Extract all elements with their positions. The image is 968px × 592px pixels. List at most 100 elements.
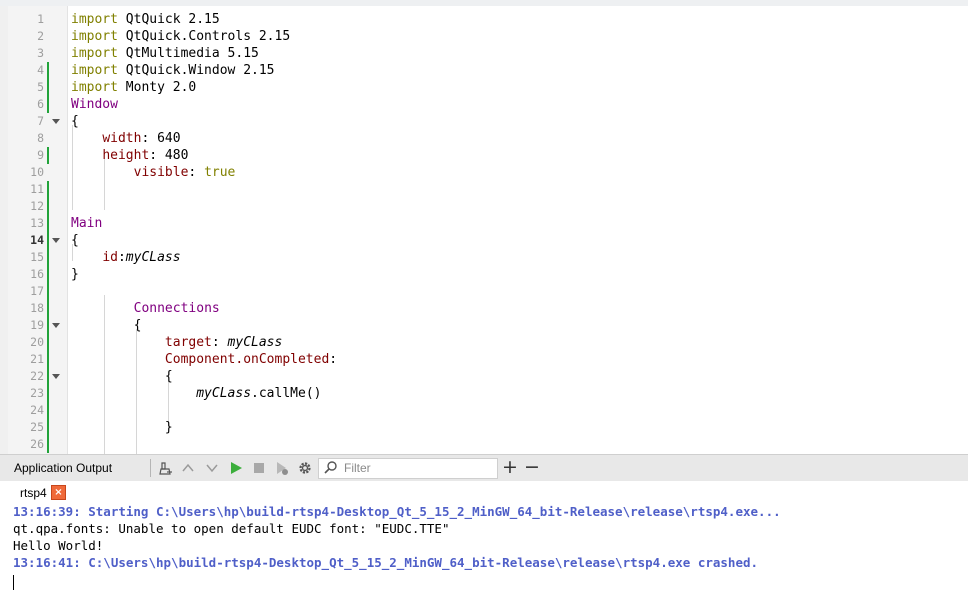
code-editor[interactable]: 1 import QtQuick 2.15 2 import QtQuick.C… — [8, 6, 968, 454]
modified-line-marker — [47, 215, 49, 232]
line-number: 11 — [30, 182, 44, 196]
fold-arrow-icon[interactable] — [52, 119, 60, 124]
output-tab-bar: rtsp4 × — [0, 481, 968, 504]
fold-arrow-icon[interactable] — [52, 374, 60, 379]
code-text: import QtQuick.Controls 2.15 — [71, 29, 291, 44]
code-line: 1 import QtQuick 2.15 — [8, 11, 968, 28]
line-number: 4 — [37, 63, 44, 77]
code-line: 16 } — [8, 266, 968, 283]
code-line: 26 — [8, 436, 968, 453]
line-number: 19 — [30, 318, 44, 332]
line-number: 25 — [30, 420, 44, 434]
modified-line-marker — [47, 419, 49, 436]
code-text: } — [71, 420, 173, 435]
line-number: 23 — [30, 386, 44, 400]
modified-line-marker — [47, 317, 49, 334]
line-number: 24 — [30, 403, 44, 417]
filter-placeholder: Filter — [344, 461, 371, 475]
code-line: 6 Window — [8, 96, 968, 113]
code-text: myCLass.callMe() — [196, 386, 322, 401]
line-number: 20 — [30, 335, 44, 349]
code-text: target: myCLass — [164, 335, 283, 350]
code-line: 17 — [8, 283, 968, 300]
line-number: 1 — [37, 12, 44, 26]
code-text: { — [71, 369, 173, 384]
code-text: Component.onCompleted: — [164, 352, 338, 367]
output-line: 13:16:41: C:\Users\hp\build-rtsp4-Deskto… — [13, 555, 759, 570]
modified-line-marker — [47, 402, 49, 419]
modified-line-marker — [47, 334, 49, 351]
code-line: 18 Connections — [8, 300, 968, 317]
modified-line-marker — [47, 249, 49, 266]
code-line: 2 import QtQuick.Controls 2.15 — [8, 28, 968, 45]
output-line: Hello World! — [13, 538, 104, 553]
code-line: 5 import Monty 2.0 — [8, 79, 968, 96]
line-number: 16 — [30, 267, 44, 281]
add-output-button[interactable]: + — [502, 456, 518, 478]
line-number: 10 — [30, 165, 44, 179]
run-icon[interactable] — [228, 460, 244, 476]
modified-line-marker — [47, 283, 49, 300]
line-number: 22 — [30, 369, 44, 383]
settings-icon[interactable] — [297, 460, 313, 476]
text-cursor — [13, 575, 14, 590]
code-line: 12 — [8, 198, 968, 215]
line-number: 18 — [30, 301, 44, 315]
line-number: 12 — [30, 199, 44, 213]
line-number: 7 — [37, 114, 44, 128]
tab-label: rtsp4 — [20, 486, 47, 500]
code-line: 3 import QtMultimedia 5.15 — [8, 45, 968, 62]
modified-line-marker — [47, 300, 49, 317]
code-text: import QtMultimedia 5.15 — [71, 46, 259, 61]
fold-arrow-icon[interactable] — [52, 238, 60, 243]
code-line: 21 Component.onCompleted: — [8, 351, 968, 368]
code-line: 23 myCLass.callMe() — [8, 385, 968, 402]
output-text-area[interactable]: 13:16:39: Starting C:\Users\hp\build-rts… — [0, 503, 968, 592]
code-line: 20 target: myCLass — [8, 334, 968, 351]
line-number: 3 — [37, 46, 44, 60]
modified-line-marker — [47, 198, 49, 215]
modified-line-marker — [47, 232, 49, 249]
code-line: 9 height: 480 — [8, 147, 968, 164]
code-line: 4 import QtQuick.Window 2.15 — [8, 62, 968, 79]
code-text: Window — [71, 97, 118, 112]
filter-input[interactable]: Filter — [318, 458, 498, 479]
next-icon[interactable] — [204, 460, 220, 476]
code-line: 10 visible: true — [8, 164, 968, 181]
stop-icon[interactable] — [251, 460, 267, 476]
code-text: visible: true — [133, 165, 236, 180]
code-line: 15 id:myCLass — [8, 249, 968, 266]
remove-output-button[interactable]: − — [524, 456, 540, 478]
toolbar-separator — [150, 459, 151, 477]
code-text: { — [71, 318, 142, 333]
line-number: 21 — [30, 352, 44, 366]
clean-output-icon[interactable] — [158, 460, 174, 476]
output-pane-title: Application Output — [14, 461, 113, 475]
code-text: import QtQuick 2.15 — [71, 12, 220, 27]
close-tab-icon[interactable]: × — [51, 485, 66, 500]
code-line: 14 { — [8, 232, 968, 249]
application-output-toolbar: Application Output Filter + − — [0, 454, 968, 482]
line-number: 14 — [30, 233, 44, 247]
fold-arrow-icon[interactable] — [52, 323, 60, 328]
code-text: width: 640 — [102, 131, 181, 146]
previous-icon[interactable] — [180, 460, 196, 476]
modified-line-marker — [47, 266, 49, 283]
code-line: 24 — [8, 402, 968, 419]
line-number: 26 — [30, 437, 44, 451]
output-line: 13:16:39: Starting C:\Users\hp\build-rts… — [13, 504, 781, 519]
code-line: 8 width: 640 — [8, 130, 968, 147]
modified-line-marker — [47, 181, 49, 198]
modified-line-marker — [47, 436, 49, 453]
line-number: 8 — [37, 131, 44, 145]
line-number: 9 — [37, 148, 44, 162]
code-line: 22 { — [8, 368, 968, 385]
code-text: Main — [71, 216, 103, 231]
code-text: import Monty 2.0 — [71, 80, 197, 95]
modified-line-marker — [47, 96, 49, 113]
line-number: 6 — [37, 97, 44, 111]
attach-debugger-icon[interactable] — [274, 460, 290, 476]
line-number: 13 — [30, 216, 44, 230]
modified-line-marker — [47, 62, 49, 79]
code-text: } — [71, 267, 79, 282]
